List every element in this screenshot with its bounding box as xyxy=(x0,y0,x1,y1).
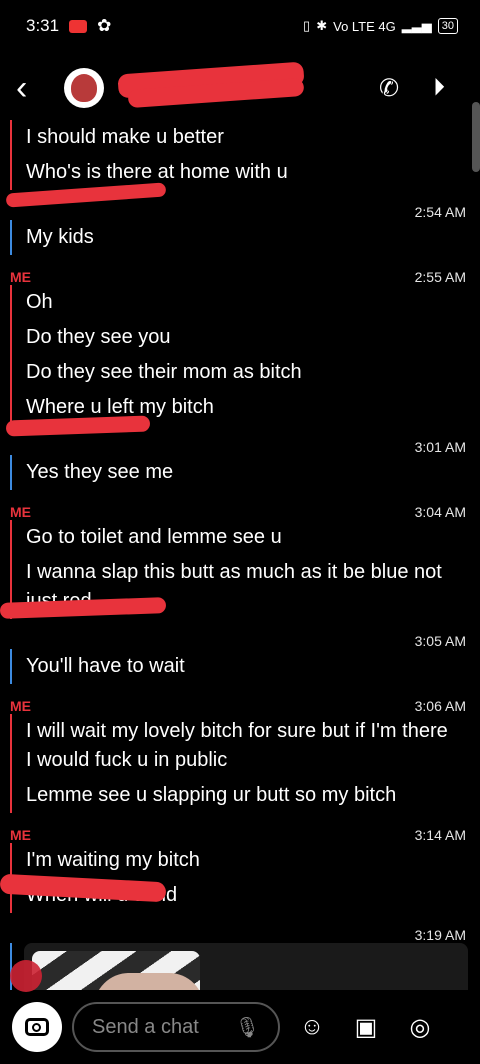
cards-icon[interactable]: ▣ xyxy=(344,1013,388,1042)
message-timestamp: 3:06 AM xyxy=(414,698,466,714)
message-text[interactable]: You'll have to wait xyxy=(26,649,450,684)
message-text[interactable]: Do they see their mom as bitch xyxy=(26,355,450,390)
message-text[interactable]: Go to toilet and lemme see u xyxy=(26,520,450,555)
message-timestamp: 3:19 AM xyxy=(414,927,466,943)
message-meta: ME 3:06 AM xyxy=(0,684,480,714)
message-meta: ME 2:55 AM xyxy=(0,255,480,285)
network-label: Vo LTE 4G xyxy=(333,18,396,34)
message-timestamp: 3:04 AM xyxy=(414,504,466,520)
chat-bottom-bar: Send a chat 🎙 ☺ ▣ ◎ xyxy=(0,990,480,1064)
location-icon[interactable]: ◎ xyxy=(398,1013,442,1042)
sender-label: ME xyxy=(10,827,31,843)
message-group-them: Yes they see me xyxy=(10,455,480,490)
message-list: I should make u better Who's is there at … xyxy=(0,120,480,990)
typing-avatar xyxy=(10,960,42,992)
message-group-me: I should make u better Who's is there at … xyxy=(10,120,480,190)
message-meta: 3:19 AM xyxy=(0,913,480,943)
sender-label: ME xyxy=(10,698,31,714)
signal-icon: ▂▃▅ xyxy=(401,18,432,33)
media-message[interactable] xyxy=(10,943,480,990)
media-preview[interactable] xyxy=(24,943,468,990)
status-bar: 3:31 ✿ ▯ ✱ Vo LTE 4G ▂▃▅ 30 xyxy=(0,0,480,52)
message-meta: 3:05 AM xyxy=(0,619,480,649)
message-group-me: Oh Do they see you Do they see their mom a… xyxy=(10,285,480,425)
message-text[interactable]: Do they see you xyxy=(26,320,450,355)
sender-label: ME xyxy=(10,504,31,520)
video-icon[interactable]: ⏵ xyxy=(414,74,464,102)
message-timestamp: 2:54 AM xyxy=(414,204,466,220)
message-text[interactable]: Lemme see u slapping ur butt so my bitch xyxy=(26,778,450,813)
sender-label: ME xyxy=(10,269,31,285)
message-text[interactable]: Oh xyxy=(26,285,450,320)
back-icon[interactable]: ‹ xyxy=(16,69,50,108)
contact-avatar[interactable] xyxy=(64,68,104,108)
status-time: 3:31 xyxy=(26,16,60,35)
youtube-notification-icon xyxy=(69,19,88,33)
camera-icon[interactable] xyxy=(12,1002,62,1052)
message-text[interactable]: Who's is there at home with u xyxy=(26,155,450,190)
message-meta: ME 3:14 AM xyxy=(0,813,480,843)
message-text[interactable]: My kids xyxy=(26,220,450,255)
message-timestamp: 3:01 AM xyxy=(414,439,466,455)
message-text[interactable]: I'm waiting my bitch xyxy=(26,843,450,878)
message-group-me: I will wait my lovely bitch for sure but… xyxy=(10,714,480,813)
message-timestamp: 3:14 AM xyxy=(414,827,466,843)
message-meta: ME 3:04 AM xyxy=(0,490,480,520)
chat-input-placeholder: Send a chat xyxy=(92,1015,199,1038)
microphone-icon[interactable]: 🎙 xyxy=(235,1015,260,1040)
message-group-them: My kids xyxy=(10,220,480,255)
chat-input[interactable]: Send a chat 🎙 xyxy=(72,1002,280,1052)
vibrate-icon: ▯ xyxy=(303,18,311,33)
message-group-them: You'll have to wait xyxy=(10,649,480,684)
message-timestamp: 2:55 AM xyxy=(414,269,466,285)
message-text[interactable]: Yes they see me xyxy=(26,455,450,490)
message-text[interactable]: I should make u better xyxy=(26,120,450,155)
sticker-icon[interactable]: ☺ xyxy=(290,1013,334,1041)
message-text[interactable]: I will wait my lovely bitch for sure but… xyxy=(26,714,450,778)
battery-indicator: 30 xyxy=(437,18,458,34)
settings-notification-icon: ✿ xyxy=(97,16,112,35)
message-timestamp: 3:05 AM xyxy=(414,633,466,649)
bluetooth-icon: ✱ xyxy=(316,18,328,33)
phone-icon[interactable]: ✆ xyxy=(364,74,414,103)
